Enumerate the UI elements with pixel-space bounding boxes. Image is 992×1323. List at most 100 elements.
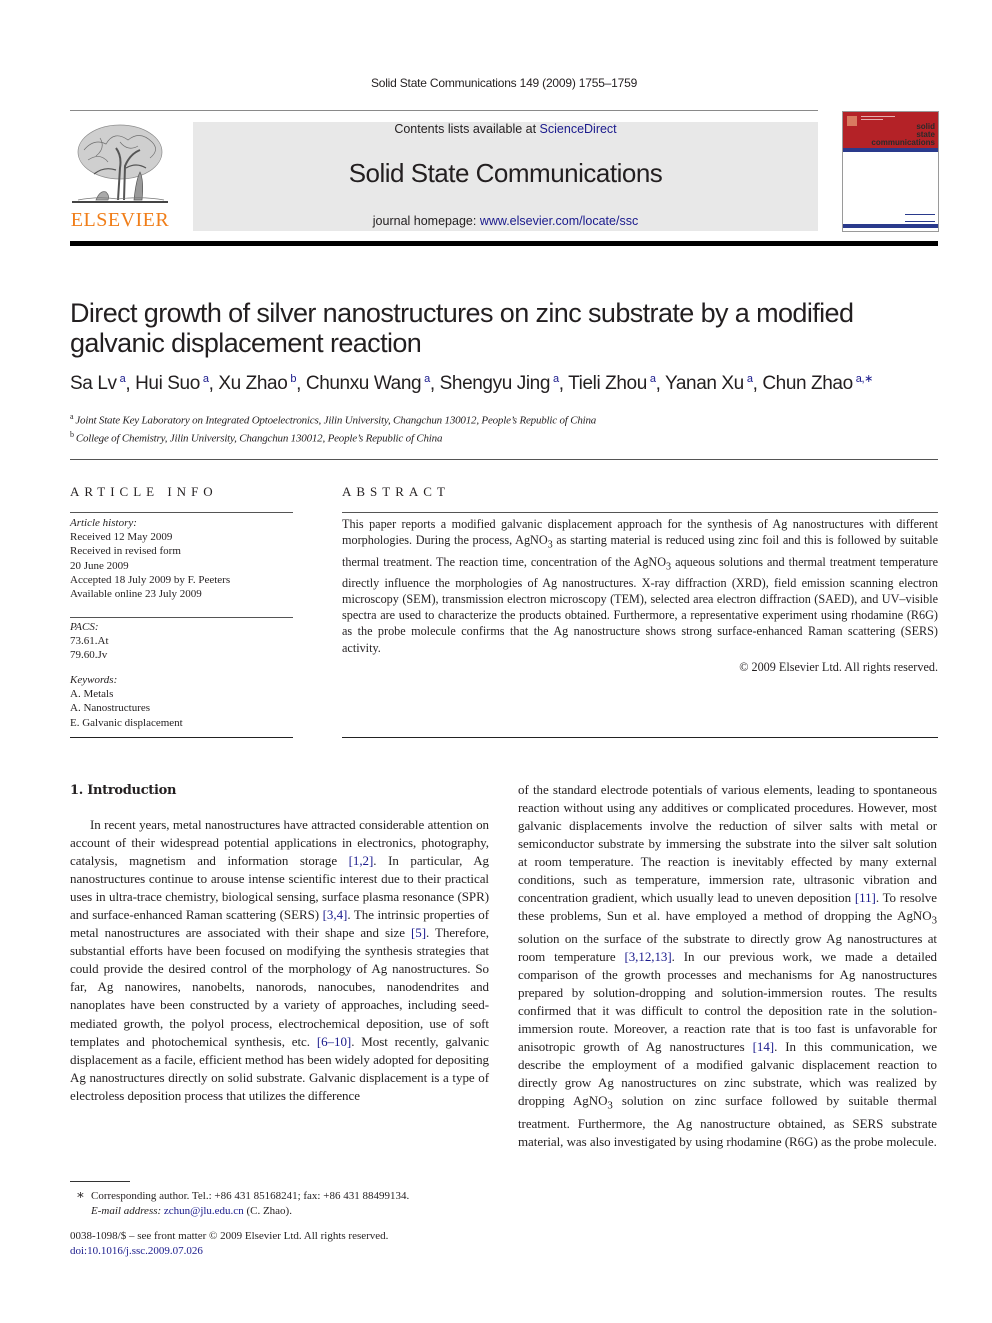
elsevier-logo[interactable]: ELSEVIER	[70, 120, 170, 232]
author[interactable]: Yanan Xu a	[665, 373, 753, 394]
citation-link[interactable]: [3,12,13]	[624, 949, 671, 964]
footnote-text: Corresponding author. Tel.: +86 431 8516…	[91, 1190, 410, 1202]
cover-red-band: solid state communications	[843, 112, 938, 148]
doi-link[interactable]: doi:10.1016/j.ssc.2009.07.026	[70, 1245, 203, 1257]
author-name: Hui Suo	[135, 373, 200, 395]
affiliation-text: College of Chemistry, Jilin University, …	[75, 432, 443, 445]
author-name: Chunxu Wang	[305, 373, 422, 395]
author-name: Chun Zhao	[762, 373, 853, 395]
abstract-heading: ABSTRACT	[342, 484, 450, 499]
cover-blue-band	[843, 148, 938, 152]
article-info-rule	[70, 617, 293, 618]
author[interactable]: Xu Zhao b	[218, 373, 296, 394]
pacs-codes: PACS: 73.61.At 79.60.Jv	[70, 620, 300, 663]
page-footer: 0038-1098/$ – see front matter © 2009 El…	[70, 1229, 500, 1259]
text-segment: of the standard electrode potentials of …	[518, 782, 937, 906]
email-link[interactable]: zchun@jlu.edu.cn	[164, 1205, 244, 1217]
affiliation-mark[interactable]: a	[203, 373, 209, 385]
journal-homepage-link[interactable]: www.elsevier.com/locate/ssc	[480, 214, 638, 228]
author-name: Yanan Xu	[665, 373, 744, 395]
header-thick-rule	[70, 241, 938, 246]
cover-imprint	[905, 214, 935, 222]
body-column-right: of the standard electrode potentials of …	[518, 781, 937, 1151]
cover-title: solid state communications	[871, 123, 935, 147]
author-name: Shengyu Jing	[439, 373, 551, 395]
keyword-item: A. Metals	[70, 688, 114, 701]
author[interactable]: Tieli Zhou a	[568, 373, 656, 395]
affiliation-mark[interactable]: a	[553, 373, 559, 385]
keywords-label: Keywords:	[70, 674, 118, 686]
abstract-rule	[342, 737, 938, 738]
keyword-item: A. Nanostructures	[70, 702, 151, 715]
title-block-rule	[70, 459, 938, 460]
author-name: Tieli Zhou	[568, 373, 647, 395]
affiliation-mark[interactable]: a	[424, 373, 430, 385]
text-segment: . Therefore, substantial efforts have be…	[70, 925, 489, 1049]
email-label: E-mail address:	[91, 1205, 164, 1217]
affiliation-mark[interactable]: a	[650, 373, 656, 385]
article-info-rule	[70, 737, 293, 738]
article-title: Direct growth of silver nanostructures o…	[70, 298, 854, 358]
subscript: 3	[931, 914, 937, 927]
abstract-segment: aqueous solutions and thermal treatment …	[342, 554, 938, 655]
abstract-copyright: © 2009 Elsevier Ltd. All rights reserved…	[739, 660, 938, 674]
pacs-item: 79.60.Jv	[70, 649, 108, 662]
author[interactable]: Chunxu Wang a	[306, 373, 430, 394]
article-history: Article history: Received 12 May 2009 Re…	[70, 516, 300, 601]
article-info-heading: ARTICLE INFO	[70, 484, 218, 499]
citation-link[interactable]: [5]	[411, 925, 426, 940]
homepage-line: journal homepage: www.elsevier.com/locat…	[193, 214, 818, 228]
author[interactable]: Hui Suo a	[135, 373, 209, 394]
history-item: Received 12 May 2009	[70, 531, 173, 544]
citation-link[interactable]: [11]	[855, 890, 876, 905]
author-list: Sa Lv a, Hui Suo a, Xu Zhao b, Chunxu Wang a…	[70, 373, 873, 395]
elsevier-wordmark: ELSEVIER	[70, 209, 170, 231]
elsevier-tree-icon	[72, 124, 168, 203]
cover-bottom-band	[843, 224, 938, 228]
author[interactable]: Chun Zhao a,∗	[762, 373, 873, 394]
paragraph: In recent years, metal nanostructures ha…	[70, 816, 489, 1105]
abstract-rule	[342, 512, 938, 513]
cover-meta-line	[861, 119, 883, 120]
footnote-marker: ∗	[76, 1187, 85, 1202]
history-item: Available online 23 July 2009	[70, 588, 202, 601]
author[interactable]: Sa Lv a	[70, 373, 126, 395]
contents-line: Contents lists available at ScienceDirec…	[193, 122, 818, 136]
footnote-rule	[70, 1181, 130, 1182]
history-item: Accepted 18 July 2009 by F. Peeters	[70, 573, 231, 586]
pacs-item: 73.61.At	[70, 635, 109, 648]
sciencedirect-link[interactable]: ScienceDirect	[540, 122, 617, 136]
affiliation-mark[interactable]: a	[120, 373, 126, 385]
citation-link[interactable]: [1,2]	[349, 853, 374, 868]
journal-cover-thumbnail[interactable]: solid state communications	[842, 111, 939, 232]
keywords: Keywords: A. Metals A. Nanostructures E.…	[70, 673, 300, 730]
paragraph: of the standard electrode potentials of …	[518, 781, 937, 1151]
abstract-text: This paper reports a modified galvanic d…	[342, 516, 938, 656]
cover-title-line: communications	[871, 138, 935, 147]
author-name: Xu Zhao	[218, 373, 288, 395]
email-suffix: (C. Zhao).	[243, 1205, 292, 1217]
history-label: Article history:	[70, 517, 137, 529]
affiliation-label: a	[70, 412, 74, 421]
affiliation-mark[interactable]: b	[290, 373, 296, 385]
journal-title: Solid State Communications	[348, 158, 663, 188]
author-name: Sa Lv	[70, 373, 117, 395]
issn-line: 0038-1098/$ – see front matter © 2009 El…	[70, 1230, 389, 1242]
citation-link[interactable]: [14]	[753, 1039, 775, 1054]
affiliation-text: Joint State Key Laboratory on Integrated…	[75, 414, 597, 427]
corresponding-author-footnote: ∗ Corresponding author. Tel.: +86 431 851…	[76, 1187, 496, 1219]
affiliation-a: a Joint State Key Laboratory on Integrate…	[70, 412, 596, 427]
citation-link[interactable]: [6–10]	[317, 1034, 351, 1049]
affiliation-mark[interactable]: a,∗	[856, 373, 874, 385]
affiliation-label: b	[70, 430, 74, 439]
author[interactable]: Shengyu Jing a	[440, 373, 559, 394]
contents-prefix: Contents lists available at	[394, 122, 540, 136]
citation-link[interactable]: [3,4]	[323, 907, 348, 922]
keyword-item: E. Galvanic displacement	[70, 716, 183, 729]
affiliation-mark[interactable]: a	[747, 373, 753, 385]
cover-meta-line	[861, 116, 895, 117]
article-info-rule	[70, 512, 293, 513]
running-head: Solid State Communications 149 (2009) 17…	[370, 76, 638, 90]
body-column-left: In recent years, metal nanostructures ha…	[70, 816, 489, 1105]
header-rule	[70, 110, 818, 111]
